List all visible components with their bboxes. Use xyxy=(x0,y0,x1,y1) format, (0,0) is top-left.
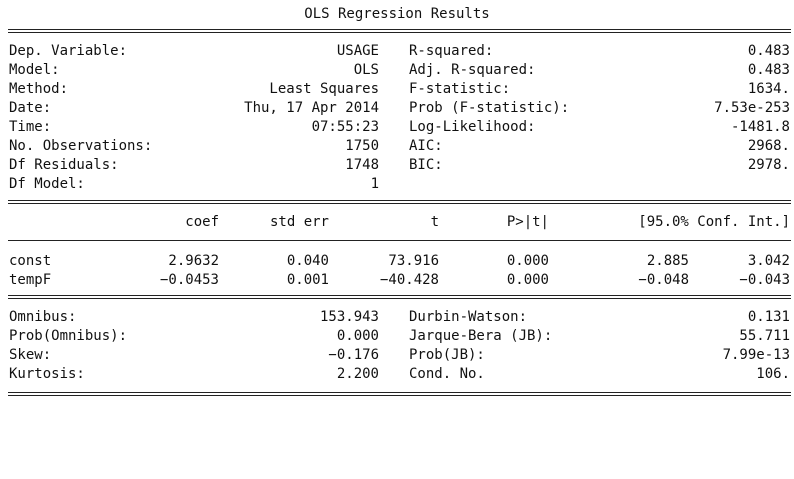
fit-stat-value: 2978. xyxy=(747,157,790,173)
model-info-label: Df Residuals: xyxy=(9,157,119,173)
diagnostic-label: Omnibus: xyxy=(9,309,77,325)
cell-ci-high: −0.043 xyxy=(739,272,790,288)
diagnostic-label: Jarque-Bera (JB): xyxy=(409,328,553,344)
cell-std-err: 0.001 xyxy=(286,272,329,288)
diagnostic-label: Prob(Omnibus): xyxy=(9,328,128,344)
fit-stat-label: BIC: xyxy=(409,157,443,173)
diagnostic-row: Skew: −0.176 Prob(JB): 7.99e-13 xyxy=(0,346,794,365)
coef-table-header: coef std err t P>|t| [95.0% Conf. Int.] xyxy=(0,213,794,232)
diagnostic-label: Kurtosis: xyxy=(9,366,85,382)
rule-after-coef-table xyxy=(8,295,791,299)
model-info-value: 07:55:23 xyxy=(311,119,379,135)
diagnostic-value: 0.131 xyxy=(747,309,790,325)
model-info-label: Method: xyxy=(9,81,69,97)
model-info-row: Df Residuals: 1748 BIC: 2978. xyxy=(0,156,794,175)
diagnostic-value: 106. xyxy=(756,366,790,382)
fit-stat-value: 1634. xyxy=(747,81,790,97)
fit-stat-label: AIC: xyxy=(409,138,443,154)
cell-p-value: 0.000 xyxy=(506,253,549,269)
model-info-label: Model: xyxy=(9,62,60,78)
diagnostic-label: Prob(JB): xyxy=(409,347,485,363)
model-info-label: Date: xyxy=(9,100,52,116)
model-info-value: OLS xyxy=(353,62,379,78)
diagnostic-label: Cond. No. xyxy=(409,366,485,382)
diagnostic-label: Durbin-Watson: xyxy=(409,309,528,325)
fit-stat-label: Log-Likelihood: xyxy=(409,119,536,135)
fit-stat-label: Prob (F-statistic): xyxy=(409,100,570,116)
fit-stat-value: 2968. xyxy=(747,138,790,154)
fit-stat-label: R-squared: xyxy=(409,43,494,59)
cell-t: 73.916 xyxy=(388,253,439,269)
header-conf-int: [95.0% Conf. Int.] xyxy=(638,214,790,230)
model-info-row: Dep. Variable: USAGE R-squared: 0.483 xyxy=(0,42,794,61)
diagnostic-value: 55.711 xyxy=(739,328,790,344)
rule-after-model-info xyxy=(8,200,791,204)
rule-coef-header xyxy=(8,240,791,241)
model-info-label: No. Observations: xyxy=(9,138,153,154)
model-info-row: Time: 07:55:23 Log-Likelihood: -1481.8 xyxy=(0,118,794,137)
model-info-value: 1 xyxy=(370,176,379,192)
fit-stat-value: 7.53e-253 xyxy=(714,100,790,116)
model-info-label: Dep. Variable: xyxy=(9,43,128,59)
model-info-value: Least Squares xyxy=(269,81,379,97)
table-row: tempF −0.0453 0.001 −40.428 0.000 −0.048… xyxy=(0,271,794,290)
row-variable-name: tempF xyxy=(9,272,52,288)
model-info-row: Df Model: 1 xyxy=(0,175,794,194)
diagnostic-row: Kurtosis: 2.200 Cond. No. 106. xyxy=(0,365,794,384)
diagnostic-label: Skew: xyxy=(9,347,52,363)
fit-stat-label: Adj. R-squared: xyxy=(409,62,536,78)
model-info-value: 1748 xyxy=(345,157,379,173)
cell-coef: 2.9632 xyxy=(168,253,219,269)
diagnostic-value: 0.000 xyxy=(336,328,379,344)
header-p-value: P>|t| xyxy=(506,214,549,230)
cell-coef: −0.0453 xyxy=(159,272,219,288)
model-info-row: Model: OLS Adj. R-squared: 0.483 xyxy=(0,61,794,80)
model-info-value: 1750 xyxy=(345,138,379,154)
fit-stat-value: -1481.8 xyxy=(730,119,790,135)
cell-p-value: 0.000 xyxy=(506,272,549,288)
diagnostic-value: 2.200 xyxy=(336,366,379,382)
row-variable-name: const xyxy=(9,253,52,269)
model-info-row: Method: Least Squares F-statistic: 1634. xyxy=(0,80,794,99)
cell-ci-low: 2.885 xyxy=(646,253,689,269)
header-std-err: std err xyxy=(269,214,329,230)
cell-t: −40.428 xyxy=(379,272,439,288)
diagnostic-value: −0.176 xyxy=(328,347,379,363)
table-row: const 2.9632 0.040 73.916 0.000 2.885 3.… xyxy=(0,252,794,271)
header-t: t xyxy=(430,214,439,230)
cell-ci-high: 3.042 xyxy=(747,253,790,269)
model-info-value: Thu, 17 Apr 2014 xyxy=(244,100,379,116)
fit-stat-value: 0.483 xyxy=(747,62,790,78)
rule-top xyxy=(8,29,791,33)
rule-bottom xyxy=(8,392,791,396)
model-info-label: Df Model: xyxy=(9,176,85,192)
model-info-row: Date: Thu, 17 Apr 2014 Prob (F-statistic… xyxy=(0,99,794,118)
diagnostic-row: Prob(Omnibus): 0.000 Jarque-Bera (JB): 5… xyxy=(0,327,794,346)
page-title: OLS Regression Results xyxy=(304,6,490,22)
diagnostic-row: Omnibus: 153.943 Durbin-Watson: 0.131 xyxy=(0,308,794,327)
diagnostic-value: 7.99e-13 xyxy=(722,347,790,363)
model-info-value: USAGE xyxy=(336,43,379,59)
cell-std-err: 0.040 xyxy=(286,253,329,269)
header-coef: coef xyxy=(185,214,219,230)
diagnostic-value: 153.943 xyxy=(319,309,379,325)
fit-stat-value: 0.483 xyxy=(747,43,790,59)
model-info-label: Time: xyxy=(9,119,52,135)
model-info-row: No. Observations: 1750 AIC: 2968. xyxy=(0,137,794,156)
fit-stat-label: F-statistic: xyxy=(409,81,511,97)
cell-ci-low: −0.048 xyxy=(638,272,689,288)
